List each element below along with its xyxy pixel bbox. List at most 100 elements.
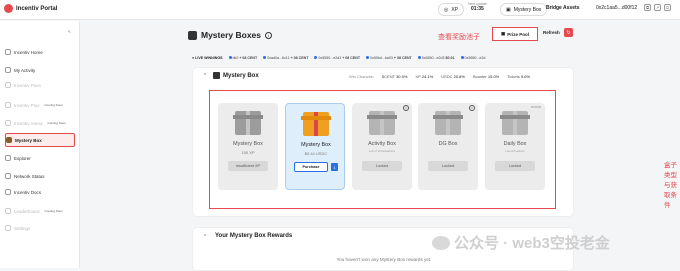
mystery-box-card[interactable]: Mystery Box $0.44 USDC Purchase 1 bbox=[285, 103, 345, 190]
bridge-assets-link[interactable]: Bridge Assets bbox=[546, 5, 579, 11]
win-chance-stat: Booster 15.0% bbox=[473, 74, 499, 79]
annotation-prize-pool: 查看奖励池子 bbox=[438, 34, 480, 41]
avatar-icon bbox=[366, 56, 370, 59]
gift-box-icon bbox=[301, 112, 331, 136]
win-chances: Win Chances: $CENT 30.5% XP 24.1% USDC 20.… bbox=[349, 74, 530, 79]
rewards-title: Your Mystery Box Rewards bbox=[215, 233, 293, 239]
collapse-sidebar-icon[interactable]: « bbox=[68, 29, 71, 35]
box-requirement: Lost of 10 transactions bbox=[368, 150, 396, 153]
winner-address: 0x5550...e2d bbox=[464, 56, 486, 60]
avatar-icon bbox=[417, 56, 421, 59]
home-icon bbox=[5, 49, 11, 55]
quantity-badge[interactable]: 1 bbox=[331, 163, 338, 171]
gift-icon: ▣ bbox=[506, 6, 511, 13]
locked-button[interactable]: Locked bbox=[428, 161, 468, 171]
winning-item: 0x5550...e2d bbox=[460, 56, 486, 60]
explorer-icon bbox=[5, 155, 11, 161]
box-name: Mystery Box bbox=[301, 142, 331, 148]
sidebar-item-docs[interactable]: Incentiv Docs bbox=[5, 185, 75, 199]
sidebar-item-arena[interactable]: Incentiv Arena Coming Soon bbox=[5, 116, 75, 130]
refresh-label[interactable]: Refresh bbox=[543, 30, 560, 35]
sidebar-item-label: Explorer bbox=[14, 155, 31, 161]
avatar-icon bbox=[263, 56, 267, 59]
winning-item: 0xad0a...6c11 + 08 CENT bbox=[263, 56, 308, 60]
winner-address: 0xad0a...6c11 bbox=[267, 56, 290, 60]
header-icons: ⧉ ↗ ⏻ bbox=[644, 4, 671, 11]
avatar-icon bbox=[460, 56, 464, 59]
win-chance-value: 20.8% bbox=[453, 74, 465, 79]
page-title: Mystery Boxes i bbox=[188, 30, 273, 40]
sidebar-item-mystery-box[interactable]: Mystery Box bbox=[5, 133, 75, 147]
win-chance-stat: Tickets 9.6% bbox=[507, 74, 530, 79]
sidebar-item-label: Incentiv Plus bbox=[14, 102, 40, 108]
gift-icon bbox=[213, 72, 220, 79]
coming-soon-badge: Coming Soon bbox=[44, 209, 63, 213]
info-icon[interactable]: i bbox=[403, 105, 409, 111]
gift-box-icon bbox=[233, 111, 263, 135]
sidebar-item-label: Incentiv Pass bbox=[14, 82, 41, 88]
main-content: Mystery Boxes i 查看奖励池子 ▣ Prize Pool Refres… bbox=[80, 21, 680, 271]
winner-address: 0x50bd...ba03 bbox=[370, 56, 393, 60]
refresh-icon[interactable]: ↻ bbox=[564, 28, 573, 37]
winning-amount: + 08 CENT bbox=[342, 56, 361, 60]
next-update: Next update 01:35 bbox=[468, 2, 487, 13]
sidebar-item-pass[interactable]: Incentiv Pass bbox=[5, 78, 75, 92]
gift-box-icon bbox=[433, 111, 463, 135]
sidebar-item-activity[interactable]: My Activity bbox=[5, 63, 75, 77]
sidebar-item-explorer[interactable]: Explorer bbox=[5, 151, 75, 165]
win-chance-label: USDC bbox=[441, 74, 453, 79]
chevron-up-icon[interactable]: ⌃ bbox=[203, 234, 207, 240]
coming-soon-badge: Coming Soon bbox=[44, 103, 63, 107]
chevron-up-icon[interactable]: ⌃ bbox=[203, 73, 207, 79]
sidebar-item-label: Mystery Box bbox=[15, 137, 42, 143]
winning-item: dk0 + 08 CENT bbox=[228, 56, 257, 60]
external-link-icon[interactable]: ↗ bbox=[654, 4, 661, 11]
win-chance-stat: XP 24.1% bbox=[415, 74, 433, 79]
disconnect-icon[interactable]: ⏻ bbox=[664, 4, 671, 11]
purchase-button[interactable]: Purchase bbox=[294, 162, 328, 172]
box-name: DG Box bbox=[438, 141, 458, 147]
xp-label: XP bbox=[451, 6, 459, 13]
winning-amount: + 08 CENT bbox=[290, 56, 309, 60]
winner-address: dk0 bbox=[232, 56, 239, 60]
mystery-box-pill[interactable]: ▣ Mystery Box bbox=[500, 3, 548, 16]
sidebar-item-home[interactable]: Incentiv Home bbox=[5, 45, 75, 59]
live-winnings-ticker: ● LIVE WINNINGS dk0 + 08 CENT 0xad0a...6c… bbox=[192, 53, 574, 63]
sidebar-item-leaderboard[interactable]: Leaderboard Coming Soon bbox=[5, 204, 75, 218]
win-chance-stat: $CENT 30.5% bbox=[382, 74, 408, 79]
mystery-box-card[interactable]: Activity Box Lost of 10 transactions Locke… bbox=[352, 103, 412, 190]
mystery-box-card[interactable]: Daily Box Lost of 5 actions Locked 00:00:00 bbox=[485, 103, 545, 190]
wallet-address[interactable]: 0x2c1aa5...d00f12 bbox=[596, 5, 637, 11]
sidebar-item-settings[interactable]: Settings bbox=[5, 221, 75, 235]
info-icon[interactable]: i bbox=[469, 105, 475, 111]
leaderboard-icon bbox=[5, 208, 11, 214]
top-bar: Incentiv Portal ◎ XP Next update 01:35 ▣ My… bbox=[0, 0, 680, 20]
win-chance-value: 30.5% bbox=[396, 74, 408, 79]
gift-box-icon bbox=[367, 111, 397, 135]
sidebar-item-network-status[interactable]: Network Status bbox=[5, 169, 75, 183]
coming-soon-badge: Coming Soon bbox=[47, 121, 66, 125]
next-update-value: 01:35 bbox=[471, 6, 484, 13]
docs-icon bbox=[5, 189, 11, 195]
locked-button[interactable]: Locked bbox=[362, 161, 402, 171]
locked-button[interactable]: Locked bbox=[495, 161, 535, 171]
winning-item: 0x5550...e2d3 + 08 CENT bbox=[314, 56, 360, 60]
mystery-box-card[interactable]: DG Box Locked i bbox=[418, 103, 478, 190]
gift-icon bbox=[188, 30, 197, 40]
win-chances-label: Win Chances: bbox=[349, 74, 374, 79]
insufficient-xp-button[interactable]: Insufficient XP bbox=[228, 161, 268, 171]
xp-pill[interactable]: ◎ XP bbox=[438, 3, 465, 16]
watermark: 公众号 · web3空投老金 bbox=[432, 232, 610, 253]
win-chance-stat: USDC 20.8% bbox=[441, 74, 465, 79]
mystery-box-card[interactable]: Mystery Box 150 XP Insufficient XP bbox=[218, 103, 278, 190]
info-icon[interactable]: i bbox=[265, 31, 273, 39]
app-logo[interactable]: Incentiv Portal bbox=[4, 4, 57, 13]
win-chance-value: 24.1% bbox=[421, 74, 434, 79]
winner-address: 0x5550...e2d3 bbox=[421, 56, 445, 60]
prize-pool-button[interactable]: ▣ Prize Pool bbox=[492, 27, 538, 41]
copy-icon[interactable]: ⧉ bbox=[644, 4, 651, 11]
sidebar: « Incentiv Home My Activity Incentiv Pass I… bbox=[0, 21, 80, 268]
mystery-box-pill-label: Mystery Box bbox=[513, 6, 542, 13]
box-requirement: 150 XP bbox=[241, 150, 255, 155]
sidebar-item-plus[interactable]: Incentiv Plus Coming Soon bbox=[5, 98, 75, 112]
